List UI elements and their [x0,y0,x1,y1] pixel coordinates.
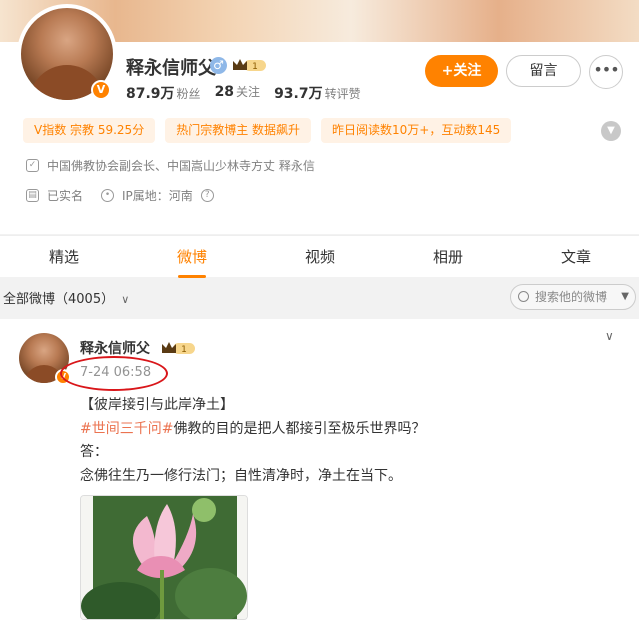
vip-crown-icon[interactable]: 1 [231,57,267,73]
post-content: 【彼岸接引与此岸净土】 #世间三千问#佛教的目的是把人都接引至极乐世界吗？ 答：… [80,394,425,488]
all-posts-dropdown[interactable]: 全部微博（4005） ∨ [3,288,129,307]
fans-count[interactable]: 87.9万 粉丝 [126,83,201,103]
expand-chevron-icon[interactable]: ▼ [601,121,621,141]
svg-text:1: 1 [252,62,258,72]
daily-reads-tag[interactable]: 昨日阅读数10万+，互动数145 [321,118,512,143]
follow-button[interactable]: +关注 [425,55,498,87]
dropdown-caret-icon[interactable]: ▼ [621,285,629,309]
verified-badge-icon: V [91,80,111,100]
vip-crown-icon[interactable]: 1 [160,340,196,356]
interactions-count: 93.7万 转评赞 [274,86,361,102]
more-options-button[interactable]: ••• [589,55,623,89]
search-icon [518,291,529,302]
post-image-lotus[interactable] [80,495,248,620]
help-icon[interactable]: ? [200,189,214,202]
profile-tabs: 精选 微博 视频 相册 文章 [0,235,639,278]
weibo-post: V 释永信师父 1 7-24 06:58 ∨ 【彼岸接引与此岸净土】 #世间三千… [0,319,639,620]
hot-blogger-tag[interactable]: 热门宗教博主 数据飙升 [165,118,312,143]
tab-albums[interactable]: 相册 [384,236,512,278]
chevron-down-icon: ∨ [121,293,130,306]
location-icon: • [101,189,115,202]
profile-meta: ▤ 已实名 • IP属地：河南 ? [26,187,214,204]
post-menu-chevron-icon[interactable]: ∨ [605,329,614,343]
tab-articles[interactable]: 文章 [512,236,639,278]
tab-featured[interactable]: 精选 [0,236,128,278]
post-author-name[interactable]: 释永信师父 [80,338,150,358]
profile-tags: V指数 宗教 59.25分 热门宗教博主 数据飙升 昨日阅读数10万+，互动数1… [23,118,512,143]
v-index-tag[interactable]: V指数 宗教 59.25分 [23,118,156,143]
profile-card: V 释永信师父 ♂ 1 87.9万 粉丝 28 关注 93.7万 转评赞 +关注 留言… [0,4,639,234]
svg-text:1: 1 [181,345,187,355]
profile-name: 释永信师父 [126,58,216,79]
tab-weibo[interactable]: 微博 [128,236,256,278]
post-title: 【彼岸接引与此岸净土】 [80,397,234,413]
answer-label: 答： [80,444,108,460]
search-posts-input[interactable]: 搜索他的微博 ▼ [510,284,636,310]
red-annotation-circle [60,356,168,391]
post-answer: 念佛往生乃一修行法门；自性清净时，净土在当下。 [80,467,402,484]
profile-stats: 87.9万 粉丝 28 关注 93.7万 转评赞 [126,83,361,103]
post-question: #世间三千问#佛教的目的是把人都接引至极乐世界吗？ [80,420,426,437]
male-gender-icon: ♂ [210,57,227,74]
tab-videos[interactable]: 视频 [256,236,384,278]
shield-icon: ✓ [26,159,39,172]
hashtag-link[interactable]: #世间三千问# [80,421,173,437]
feed-filter-bar: 全部微博（4005） ∨ 搜索他的微博 ▼ [0,278,639,316]
message-button[interactable]: 留言 [506,55,581,87]
following-count[interactable]: 28 关注 [215,83,261,103]
profile-intro: ✓ 中国佛教协会副会长、中国嵩山少林寺方丈 释永信 [26,157,315,174]
id-card-icon: ▤ [26,189,39,202]
